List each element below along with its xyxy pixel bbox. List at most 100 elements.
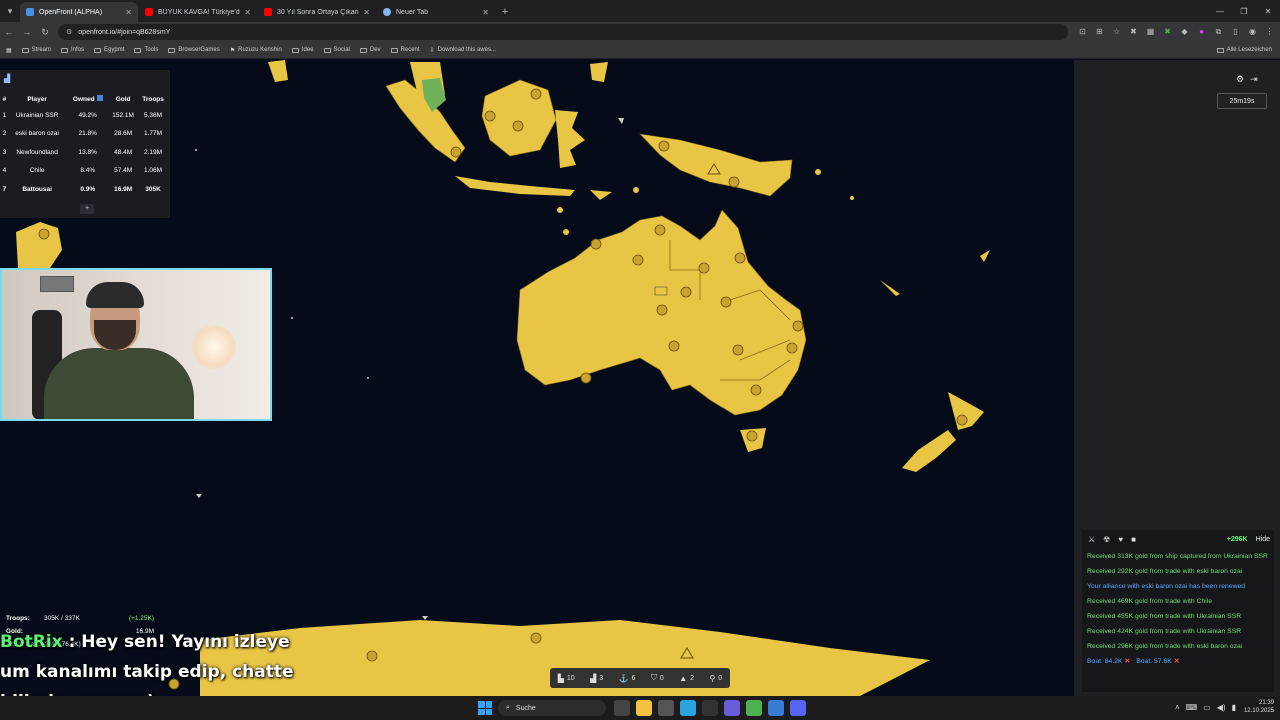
window-controls: — ❐ ✕ — [1208, 0, 1280, 22]
city-icon — [746, 430, 758, 442]
bookmark-folder[interactable]: BrowserGames — [168, 47, 220, 53]
new-tab-button[interactable]: + — [496, 2, 514, 22]
back-icon[interactable]: ← — [0, 27, 18, 37]
bookmark-link[interactable]: ⚑ Ruzuzu Kenshin — [230, 47, 282, 54]
bookmark-label: Stream — [31, 47, 52, 53]
network-icon[interactable]: ▭ — [1203, 703, 1211, 712]
bookmark-star-icon[interactable]: ☆ — [1108, 27, 1125, 37]
tab-search-icon[interactable]: ▾ — [0, 0, 20, 22]
install-icon[interactable]: ⊡ — [1074, 27, 1091, 37]
tab-close-icon[interactable]: ✕ — [482, 8, 489, 17]
obs-icon[interactable] — [768, 700, 784, 716]
boat-status[interactable]: Boat: 84.2K ✕ — [1087, 657, 1130, 665]
col-troops[interactable]: Troops — [138, 92, 168, 106]
cancel-boat-icon[interactable]: ✕ — [1125, 658, 1131, 665]
table-row[interactable]: 3 Newfoundland 13.8% 48.4M 2.19M — [2, 143, 168, 162]
exit-icon[interactable]: ⇥ — [1250, 74, 1258, 85]
profile-avatar-icon[interactable]: ◉ — [1244, 27, 1261, 37]
city-icon: ▙ — [557, 673, 564, 683]
settings-gear-icon[interactable]: ⚙ — [1236, 74, 1244, 85]
col-gold[interactable]: Gold — [108, 92, 138, 106]
col-owned[interactable]: Owned — [67, 92, 108, 106]
all-bookmarks[interactable]: Alle Lesezeichen — [1216, 47, 1272, 53]
extensions-puzzle-icon[interactable]: ⧉ — [1210, 27, 1227, 37]
extension-icon[interactable]: ▦ — [1142, 27, 1159, 37]
terminal-icon[interactable] — [702, 700, 718, 716]
extension-icon[interactable]: ◆ — [1176, 27, 1193, 37]
leaderboard-icon[interactable]: ▟ — [4, 74, 10, 83]
settings-app-icon[interactable] — [658, 700, 674, 716]
sam-count[interactable]: ⚲ 0 — [709, 674, 722, 683]
tab-openfront[interactable]: OpenFront (ALPHA) ✕ — [20, 2, 138, 22]
taskbar-search[interactable]: ⌕ Suche — [498, 700, 606, 716]
extension-icon[interactable]: ✖ — [1125, 27, 1142, 37]
task-view-icon[interactable] — [614, 700, 630, 716]
bookmark-folder[interactable]: Social — [323, 47, 350, 53]
filter-nuke-icon[interactable]: ☢ — [1103, 535, 1110, 544]
close-window-icon[interactable]: ✕ — [1256, 0, 1280, 22]
sidebar-icon[interactable]: ▯ — [1227, 27, 1244, 37]
bookmark-folder[interactable]: Egypmt — [94, 47, 124, 53]
leaderboard-expand-button[interactable]: + — [80, 204, 94, 214]
file-explorer-icon[interactable] — [636, 700, 652, 716]
tab-title: 30 Yıl Sonra Ortaya Çıkan Gerç — [277, 8, 359, 16]
tab-close-icon[interactable]: ✕ — [363, 8, 370, 17]
clock-time: 21:39 — [1258, 700, 1274, 706]
bookmark-folder[interactable]: Recent — [390, 47, 420, 53]
troops-cell: 5.36M — [144, 111, 163, 119]
url-field[interactable]: ⚙ openfront.io/#join=qB628smY — [58, 24, 1068, 40]
tab-new-tab[interactable]: Neuer Tab ✕ — [377, 2, 495, 22]
volume-icon[interactable]: ◀) — [1217, 703, 1226, 712]
reload-icon[interactable]: ↻ — [36, 27, 54, 38]
missile-count[interactable]: ▲ 2 — [679, 674, 694, 683]
player-cell: eski baron ozai — [15, 130, 59, 138]
table-row[interactable]: 2 eski baron ozai 21.8% 28.6M 1.77M — [2, 125, 168, 144]
boat-icon — [618, 118, 624, 124]
hide-events-button[interactable]: Hide — [1256, 536, 1270, 543]
discord-icon[interactable] — [790, 700, 806, 716]
tab-close-icon[interactable]: ✕ — [125, 8, 132, 17]
telegram-icon[interactable] — [680, 700, 696, 716]
language-icon[interactable]: ⌨ — [1186, 703, 1198, 712]
windows-start-icon[interactable] — [478, 701, 492, 715]
city-icon — [632, 254, 644, 266]
tab-youtube-2[interactable]: 30 Yıl Sonra Ortaya Çıkan Gerç ✕ — [258, 2, 376, 22]
port-count[interactable]: ⚓ 6 — [619, 674, 636, 683]
bookmark-folder[interactable]: Stream — [21, 47, 52, 53]
minimize-icon[interactable]: — — [1208, 0, 1232, 22]
leaderboard-table: # Player Owned Gold Troops 1 Ukrainian S… — [2, 92, 168, 199]
bookmark-folder[interactable]: Infos — [61, 47, 84, 53]
site-info-icon[interactable]: ⚙ — [66, 28, 72, 36]
filter-alliance-icon[interactable]: ♥ — [1118, 535, 1123, 544]
factory-count[interactable]: ▟ 3 — [590, 674, 603, 683]
app-icon[interactable] — [724, 700, 740, 716]
bookmark-folder[interactable]: Tools — [134, 47, 158, 53]
battery-icon[interactable]: ▮ — [1232, 703, 1236, 712]
extension-icon[interactable]: ● — [1193, 27, 1210, 37]
tab-youtube-1[interactable]: BÜYÜK KAVGA! Türkiye'de Yaşa ✕ — [139, 2, 257, 22]
translate-icon[interactable]: ⊞ — [1091, 27, 1108, 37]
defense-count[interactable]: ⛉ 0 — [651, 673, 664, 683]
boat-status[interactable]: Boat: 57.6K ✕ — [1136, 657, 1179, 665]
player-cell: Chile — [29, 167, 45, 175]
bookmark-folder[interactable]: Idee — [291, 47, 314, 53]
extension-icon[interactable]: ✖ — [1159, 27, 1176, 37]
count-value: 0 — [718, 674, 723, 682]
maximize-icon[interactable]: ❐ — [1232, 0, 1256, 22]
table-row[interactable]: 4 Chile 8.4% 57.4M 1.06M — [2, 162, 168, 181]
tab-close-icon[interactable]: ✕ — [244, 8, 251, 17]
tray-expand-icon[interactable]: ˄ — [1175, 703, 1180, 712]
table-row[interactable]: 1 Ukrainian SSR 49.2% 152.1M 5.36M — [2, 106, 168, 125]
filter-attack-icon[interactable]: ⚔ — [1088, 535, 1095, 544]
apps-icon[interactable]: ▦ — [6, 47, 12, 54]
city-count[interactable]: ▙ 10 — [558, 674, 575, 683]
bookmark-link[interactable]: ⇩ Download this awes... — [430, 47, 496, 54]
menu-dots-icon[interactable]: ⋮ — [1261, 27, 1278, 37]
cancel-boat-icon[interactable]: ✕ — [1174, 658, 1180, 665]
forward-icon[interactable]: → — [18, 27, 36, 37]
clock[interactable]: 21:39 12.10.2025 — [1244, 699, 1274, 715]
chrome-icon[interactable] — [746, 700, 762, 716]
filter-chat-icon[interactable]: ■ — [1131, 535, 1136, 544]
bookmark-folder[interactable]: Dev — [359, 47, 381, 53]
table-row-current-player[interactable]: 7 Battousai 0.9% 16.9M 305K — [2, 180, 168, 199]
